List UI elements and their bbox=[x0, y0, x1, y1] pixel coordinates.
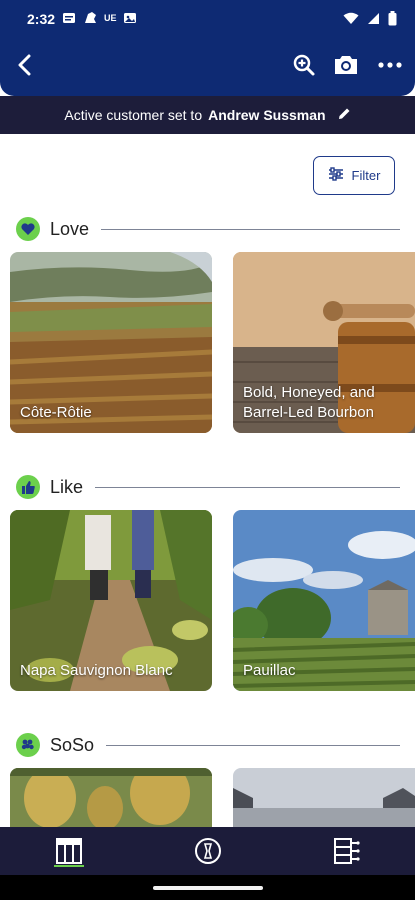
sliders-icon bbox=[328, 167, 344, 184]
section-divider bbox=[106, 744, 400, 746]
edit-pencil-icon[interactable] bbox=[338, 107, 351, 123]
zoom-in-icon[interactable] bbox=[289, 50, 319, 80]
servers-icon[interactable] bbox=[331, 835, 363, 867]
card-label: Napa Sauvignon Blanc bbox=[20, 662, 173, 679]
app-bar bbox=[0, 44, 415, 90]
compass-icon[interactable] bbox=[192, 835, 224, 867]
section-like-header: Like bbox=[16, 473, 400, 501]
section-love-header: Love bbox=[16, 215, 400, 243]
battery-icon bbox=[388, 11, 397, 31]
shield-icon bbox=[83, 11, 98, 24]
card-cote-rotie[interactable]: Côte-Rôtie bbox=[10, 252, 212, 433]
village-image bbox=[233, 768, 415, 827]
status-left-icons: UE bbox=[62, 11, 138, 24]
active-tab-indicator bbox=[54, 865, 84, 867]
top-header: 2:32 UE bbox=[0, 0, 415, 96]
card-soso-1[interactable] bbox=[10, 768, 212, 827]
filter-button[interactable]: Filter bbox=[313, 156, 395, 195]
camera-icon[interactable] bbox=[331, 50, 361, 80]
grape-clusters-image bbox=[10, 768, 212, 827]
card-napa-sauvignon-blanc[interactable]: Napa Sauvignon Blanc bbox=[10, 510, 212, 691]
home-gesture-bar[interactable] bbox=[153, 886, 263, 890]
message-icon bbox=[62, 11, 77, 24]
filter-label: Filter bbox=[351, 168, 381, 183]
card-bourbon[interactable]: Bold, Honeyed, and Barrel-Led Bourbon bbox=[233, 252, 415, 433]
card-soso-2[interactable] bbox=[233, 768, 415, 827]
status-right-icons bbox=[343, 11, 397, 31]
card-label: Côte-Rôtie bbox=[20, 404, 92, 421]
wine-list-icon[interactable] bbox=[53, 835, 85, 867]
grapes-icon bbox=[16, 733, 40, 757]
active-customer-banner: Active customer set to Andrew Sussman bbox=[0, 96, 415, 134]
bottom-nav bbox=[0, 827, 415, 875]
wifi-icon bbox=[343, 12, 359, 30]
signal-icon bbox=[367, 12, 380, 30]
card-label: Bold, Honeyed, and Barrel-Led Bourbon bbox=[243, 384, 375, 421]
section-divider bbox=[101, 228, 400, 230]
more-icon[interactable] bbox=[375, 50, 405, 80]
section-divider bbox=[95, 486, 400, 488]
heart-icon bbox=[16, 217, 40, 241]
back-arrow-icon[interactable] bbox=[10, 50, 40, 80]
active-customer-name: Andrew Sussman bbox=[208, 107, 326, 123]
thumbs-up-icon bbox=[16, 475, 40, 499]
section-title: Love bbox=[50, 218, 90, 239]
status-time: 2:32 bbox=[27, 11, 56, 27]
section-title: SoSo bbox=[50, 734, 95, 755]
status-bar: 2:32 UE bbox=[0, 0, 415, 36]
banner-prefix: Active customer set to bbox=[64, 107, 203, 123]
section-title: Like bbox=[50, 476, 84, 497]
card-label: Pauillac bbox=[243, 662, 296, 679]
section-soso-header: SoSo bbox=[16, 731, 400, 759]
card-pauillac[interactable]: Pauillac bbox=[233, 510, 415, 691]
gallery-icon bbox=[123, 11, 138, 24]
ue-icon: UE bbox=[104, 12, 117, 23]
